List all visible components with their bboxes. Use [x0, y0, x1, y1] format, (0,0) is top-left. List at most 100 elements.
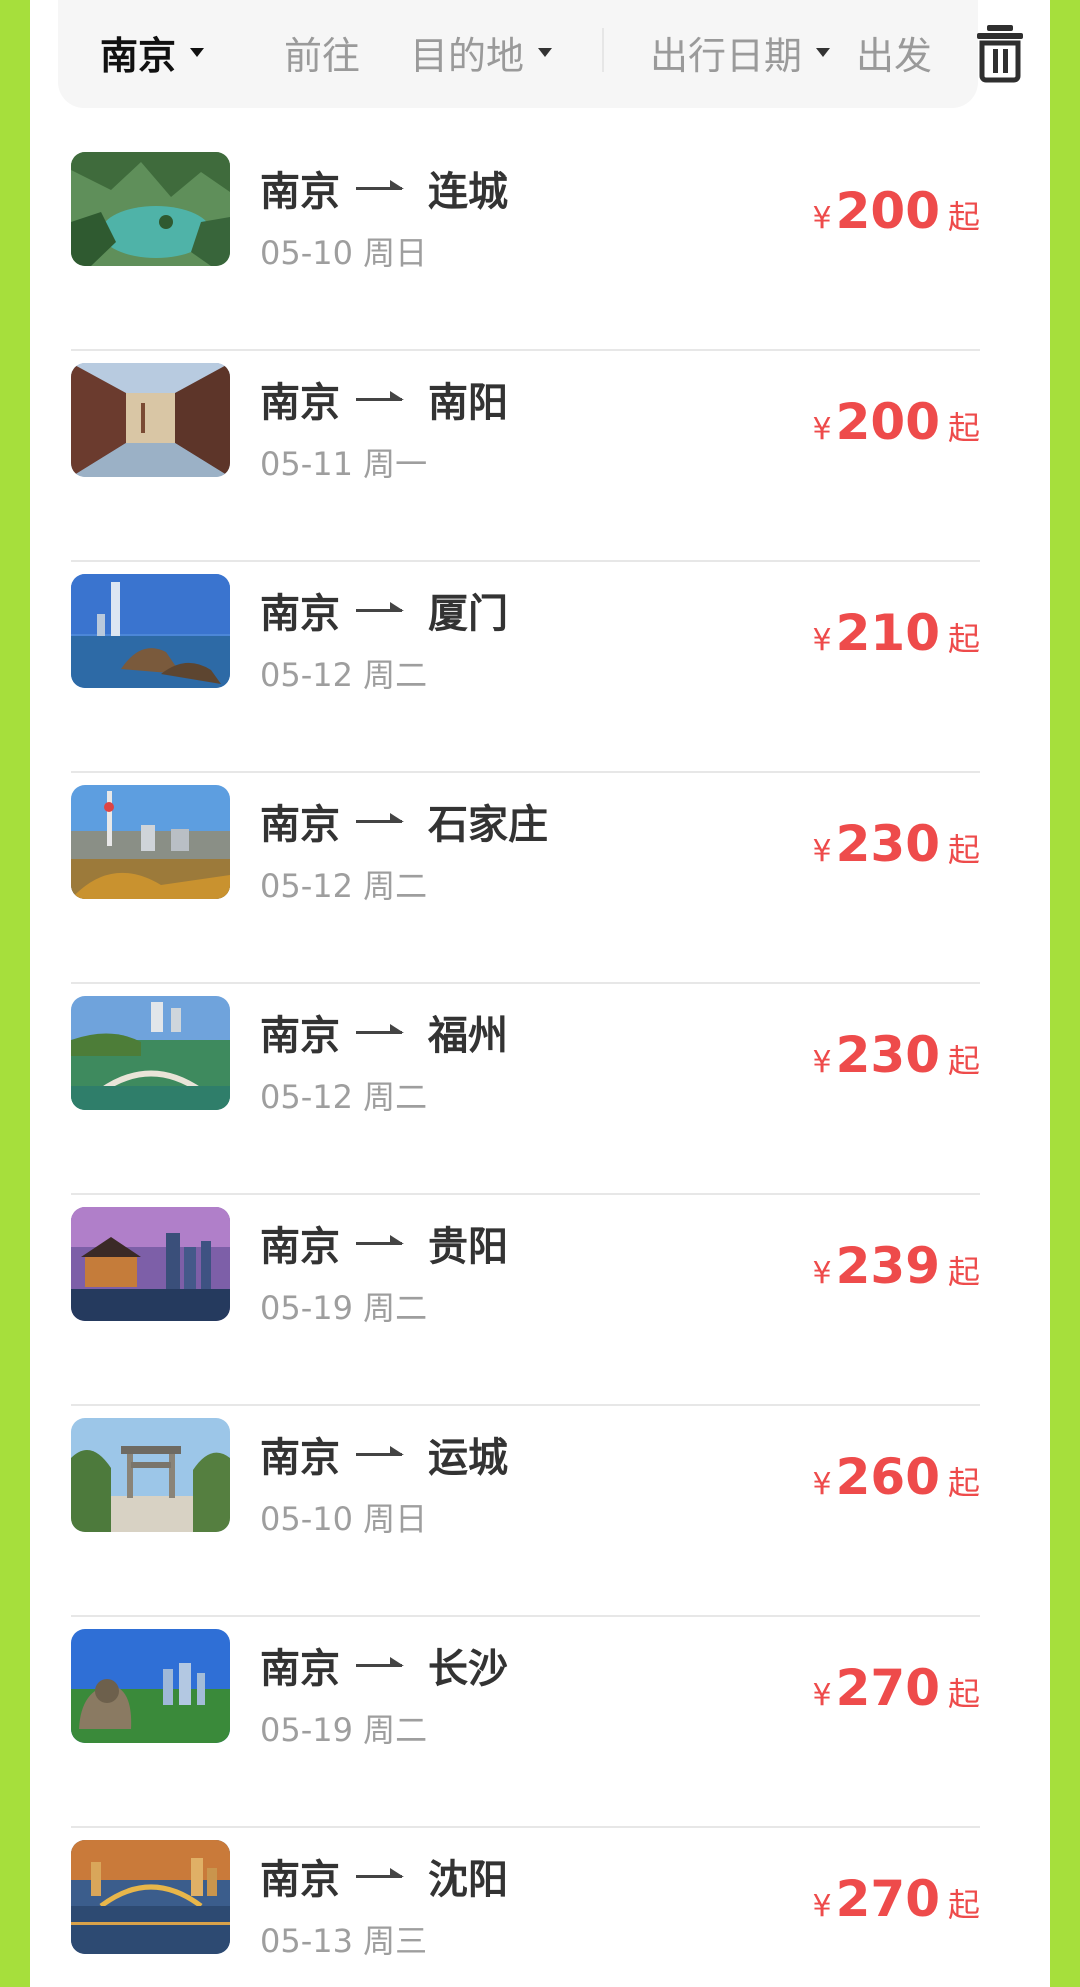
destination-thumbnail [71, 785, 230, 899]
arrow-right-icon [356, 1864, 412, 1888]
arrow-right-icon [356, 1442, 412, 1466]
destination-thumbnail [71, 1207, 230, 1321]
destination-thumbnail [71, 152, 230, 266]
price-amount: 210 [835, 604, 940, 662]
route-row[interactable]: 南京 沈阳 05-13 周三 ¥270 起 [30, 1828, 1050, 1987]
route-title: 南京 福州 [260, 1004, 508, 1060]
route-destination: 南阳 [428, 380, 508, 426]
price-suffix: 起 [947, 1886, 980, 1924]
route-row[interactable]: 南京 贵阳 05-19 周二 ¥239 起 [30, 1195, 1050, 1406]
destination-filter[interactable]: 目的地 [410, 24, 553, 80]
destination-label: 目的地 [410, 33, 525, 78]
price-suffix: 起 [947, 1253, 980, 1291]
depart-label: 出发 [856, 33, 933, 78]
route-origin: 南京 [260, 1435, 340, 1481]
route-destination: 运城 [428, 1435, 508, 1481]
route-list: 南京 连城 05-10 周日 ¥200 起南京 南阳 05-11 周一 ¥200 起南京 厦门 05… [30, 140, 1050, 1987]
origin-filter[interactable]: 南京 [100, 24, 205, 80]
filter-bar: 南京 前往 目的地 出行日期 出发 [58, 0, 978, 108]
trash-icon [977, 25, 1023, 83]
route-origin: 南京 [260, 1857, 340, 1903]
arrow-right-icon [356, 809, 412, 833]
route-destination: 石家庄 [428, 802, 548, 848]
currency-symbol: ¥ [812, 1889, 832, 1924]
content-panel: 南京 前往 目的地 出行日期 出发 南京 连城 05-10 周日 ¥200 起南京 南阳 0… [30, 0, 1050, 1987]
route-row[interactable]: 南京 连城 05-10 周日 ¥200 起 [30, 140, 1050, 351]
route-price: ¥200 起 [813, 182, 980, 252]
route-destination: 贵阳 [428, 1224, 508, 1270]
route-date: 05-19 周二 [260, 1711, 428, 1749]
date-filter[interactable]: 出行日期 [650, 24, 831, 80]
price-suffix: 起 [947, 620, 980, 658]
route-origin: 南京 [260, 1646, 340, 1692]
route-date: 05-10 周日 [260, 1500, 428, 1538]
currency-symbol: ¥ [812, 834, 832, 869]
currency-symbol: ¥ [812, 1045, 832, 1080]
route-price: ¥270 起 [813, 1659, 980, 1729]
route-date: 05-11 周一 [260, 445, 428, 483]
route-title: 南京 石家庄 [260, 793, 548, 849]
arrow-right-icon [356, 387, 412, 411]
route-origin: 南京 [260, 802, 340, 848]
arrow-right-icon [356, 1653, 412, 1677]
route-date: 05-10 周日 [260, 234, 428, 272]
route-origin: 南京 [260, 380, 340, 426]
via-label: 前往 [284, 33, 361, 78]
arrow-right-icon [356, 1020, 412, 1044]
arrow-right-icon [356, 598, 412, 622]
price-suffix: 起 [947, 831, 980, 869]
price-amount: 239 [835, 1237, 940, 1295]
date-label: 出行日期 [650, 33, 803, 78]
route-destination: 长沙 [428, 1646, 508, 1692]
route-row[interactable]: 南京 厦门 05-12 周二 ¥210 起 [30, 562, 1050, 773]
route-price: ¥230 起 [813, 1026, 980, 1096]
price-amount: 230 [835, 1026, 940, 1084]
currency-symbol: ¥ [812, 201, 832, 236]
price-amount: 270 [835, 1870, 940, 1928]
currency-symbol: ¥ [812, 1256, 832, 1291]
price-suffix: 起 [947, 1042, 980, 1080]
route-row[interactable]: 南京 运城 05-10 周日 ¥260 起 [30, 1406, 1050, 1617]
arrow-right-icon [356, 176, 412, 200]
price-amount: 230 [835, 815, 940, 873]
route-destination: 福州 [428, 1013, 508, 1059]
route-origin: 南京 [260, 591, 340, 637]
currency-symbol: ¥ [812, 412, 832, 447]
route-origin: 南京 [260, 169, 340, 215]
route-price: ¥270 起 [813, 1870, 980, 1940]
price-suffix: 起 [947, 198, 980, 236]
route-destination: 沈阳 [428, 1857, 508, 1903]
price-suffix: 起 [947, 1675, 980, 1713]
route-title: 南京 运城 [260, 1426, 508, 1482]
price-amount: 200 [835, 393, 940, 451]
route-date: 05-12 周二 [260, 656, 428, 694]
route-title: 南京 厦门 [260, 582, 508, 638]
delete-button[interactable] [970, 20, 1030, 84]
route-title: 南京 长沙 [260, 1637, 508, 1693]
route-title: 南京 连城 [260, 160, 508, 216]
currency-symbol: ¥ [812, 1467, 832, 1502]
route-row[interactable]: 南京 福州 05-12 周二 ¥230 起 [30, 984, 1050, 1195]
route-row[interactable]: 南京 石家庄 05-12 周二 ¥230 起 [30, 773, 1050, 984]
destination-thumbnail [71, 363, 230, 477]
route-price: ¥260 起 [813, 1448, 980, 1518]
price-amount: 200 [835, 182, 940, 240]
price-amount: 260 [835, 1448, 940, 1506]
chevron-down-icon [538, 47, 553, 57]
route-title: 南京 贵阳 [260, 1215, 508, 1271]
destination-thumbnail [71, 574, 230, 688]
currency-symbol: ¥ [812, 623, 832, 658]
origin-label: 南京 [100, 33, 177, 78]
price-suffix: 起 [947, 1464, 980, 1502]
route-destination: 厦门 [428, 591, 508, 637]
route-row[interactable]: 南京 南阳 05-11 周一 ¥200 起 [30, 351, 1050, 562]
route-origin: 南京 [260, 1013, 340, 1059]
route-price: ¥200 起 [813, 393, 980, 463]
destination-thumbnail [71, 996, 230, 1110]
route-row[interactable]: 南京 长沙 05-19 周二 ¥270 起 [30, 1617, 1050, 1828]
price-suffix: 起 [947, 409, 980, 447]
route-price: ¥230 起 [813, 815, 980, 885]
currency-symbol: ¥ [812, 1678, 832, 1713]
destination-thumbnail [71, 1418, 230, 1532]
price-amount: 270 [835, 1659, 940, 1717]
